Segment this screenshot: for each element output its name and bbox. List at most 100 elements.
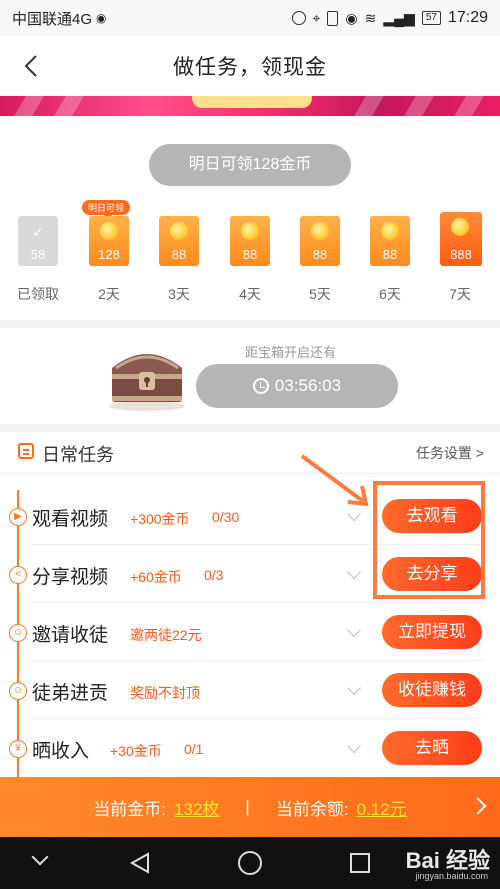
expand-chevron-icon[interactable] xyxy=(346,738,362,754)
checkin-day: 88 5天 xyxy=(300,216,344,302)
task-name: 分享视频 xyxy=(32,567,109,588)
tasks-title: 日常任务 xyxy=(42,445,114,465)
task-progress: 0/3 xyxy=(204,567,224,583)
day-label: 5天 xyxy=(309,286,331,302)
task-name: 观看视频 xyxy=(32,509,109,530)
task-row: ¥ 晒收入 +30金币 0/1 去晒 xyxy=(0,719,500,777)
back-button[interactable] xyxy=(18,52,46,80)
promo-banner[interactable] xyxy=(0,96,500,116)
vibrate-icon xyxy=(327,10,339,26)
task-row: ☺ 邀请收徒 邀两徒22元 立即提现 xyxy=(0,603,500,661)
task-reward: +60金币 xyxy=(130,569,182,585)
day-box: 128 xyxy=(89,216,129,266)
chevron-right-icon xyxy=(469,797,487,815)
coin-icon xyxy=(451,218,469,236)
wifi-icon: ≋ xyxy=(364,9,377,26)
coin-icon xyxy=(311,222,329,240)
user-icon: ☺ xyxy=(9,682,27,700)
tasks-header: 日常任务 任务设置 > xyxy=(0,432,500,474)
coin-icon xyxy=(241,222,259,240)
status-time: 17:29 xyxy=(447,9,488,26)
checkmark-icon: ✓ xyxy=(32,224,44,240)
day-label: 已领取 xyxy=(17,286,59,302)
nav-bar: 做任务，领现金 xyxy=(0,36,500,96)
task-name: 晒收入 xyxy=(32,741,90,762)
nav-recent-icon[interactable] xyxy=(350,853,370,873)
coins-label: 当前金币: xyxy=(93,799,167,819)
chevron-left-icon xyxy=(24,55,37,77)
checkin-day: ✓ 58 已领取 xyxy=(17,216,62,302)
checkin-day: 888 7天 xyxy=(440,212,484,302)
task-name: 邀请收徒 xyxy=(32,625,109,646)
battery-icon: 57 xyxy=(421,11,441,25)
annotation-arrow-icon xyxy=(300,454,369,507)
day-label: 3天 xyxy=(168,286,190,302)
day-label: 6天 xyxy=(379,286,401,302)
task-progress: 0/30 xyxy=(212,509,240,525)
user-icon: ☺ xyxy=(9,624,27,642)
nav-home-icon[interactable] xyxy=(238,851,262,875)
signal-icon: ▂▄▆ xyxy=(383,9,415,26)
nav-back-icon[interactable] xyxy=(128,851,152,875)
tomorrow-reward-pill[interactable]: 明日可领128金币 xyxy=(149,144,351,186)
day-box-claimed: ✓ 58 xyxy=(18,216,58,266)
expand-chevron-icon[interactable] xyxy=(346,564,362,580)
coins-value: 132枚 xyxy=(174,799,220,819)
page-title: 做任务，领现金 xyxy=(173,56,327,79)
task-settings-link[interactable]: 任务设置 > xyxy=(416,443,484,463)
location-icon: ⌖ xyxy=(312,9,321,26)
task-reward: 邀两徒22元 xyxy=(130,627,202,643)
day-label: 2天 xyxy=(98,286,120,302)
yen-icon: ¥ xyxy=(9,740,27,758)
day-box: 88 xyxy=(230,216,270,266)
day-label: 7天 xyxy=(449,286,471,302)
eye-icon: ◉ xyxy=(345,9,358,26)
carrier-text: 中国联通4G xyxy=(12,10,93,28)
expand-chevron-icon[interactable] xyxy=(346,622,362,638)
task-name: 徒弟进贡 xyxy=(32,683,109,704)
checkin-day: 88 4天 xyxy=(230,216,274,302)
weibo-icon: ◉ xyxy=(96,11,107,25)
task-progress: 0/1 xyxy=(184,741,204,757)
coin-icon xyxy=(170,222,188,240)
task-row: ☺ 徒弟进贡 奖励不封顶 收徒赚钱 xyxy=(0,661,500,719)
chest-timer-value: 03:56:03 xyxy=(274,376,342,395)
balance-label: 当前余额: xyxy=(275,799,349,819)
share-icon: < xyxy=(9,566,27,584)
play-icon: ▶ xyxy=(9,508,27,526)
expand-chevron-icon[interactable] xyxy=(346,680,362,696)
annotation-highlight-box xyxy=(373,481,485,599)
nfc-icon xyxy=(291,11,306,25)
tomorrow-badge: 明日可领 xyxy=(82,200,131,219)
calendar-icon xyxy=(18,443,34,459)
balance-bar[interactable]: 当前金币: 132枚 | 当前余额: 0.12元 xyxy=(0,777,500,837)
chest-countdown-label: 距宝箱开启还有 xyxy=(245,345,337,360)
checkin-day: 88 6天 xyxy=(370,216,414,302)
task-reward: 奖励不封顶 xyxy=(130,685,200,701)
status-bar: 中国联通4G ◉ ⌖ ◉ ≋ ▂▄▆ 57 17:29 xyxy=(0,0,500,36)
hide-keyboard-icon[interactable] xyxy=(31,848,49,866)
day-box: 88 xyxy=(370,216,410,266)
baidu-watermark-url: jingyan.baidu.com xyxy=(415,871,488,881)
share-income-button[interactable]: 去晒 xyxy=(382,731,482,765)
checkin-card: 明日可领128金币 明日可领 ✓ 58 已领取 128 2天 88 3天 88 … xyxy=(0,116,500,320)
day-label: 4天 xyxy=(239,286,261,302)
clock-icon xyxy=(252,378,269,394)
task-reward: +30金币 xyxy=(110,743,162,759)
day-box: 88 xyxy=(159,216,199,266)
banner-decoration xyxy=(192,96,312,108)
checkin-day: 88 3天 xyxy=(159,216,203,302)
task-reward: +300金币 xyxy=(130,511,190,527)
chest-timer-button[interactable]: 03:56:03 xyxy=(196,364,398,408)
balance-separator: | xyxy=(245,797,250,816)
checkin-day: 128 2天 xyxy=(89,216,133,302)
withdraw-now-button[interactable]: 立即提现 xyxy=(382,615,482,649)
coin-icon xyxy=(100,222,118,240)
coin-icon xyxy=(381,222,399,240)
day-box-big: 888 xyxy=(440,212,482,266)
checkin-days: 明日可领 ✓ 58 已领取 128 2天 88 3天 88 4天 88 5天 8… xyxy=(0,200,500,316)
treasure-chest-card: 距宝箱开启还有 03:56:03 xyxy=(0,328,500,424)
android-nav-bar: Bai 经验 jingyan.baidu.com xyxy=(0,837,500,889)
treasure-chest-icon[interactable] xyxy=(104,340,190,412)
recruit-earn-button[interactable]: 收徒赚钱 xyxy=(382,673,482,707)
